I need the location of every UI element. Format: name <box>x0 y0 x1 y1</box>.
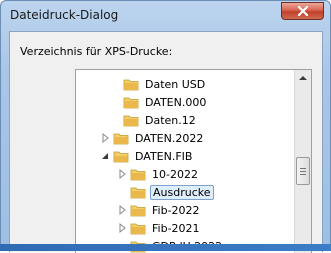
tree-item-label: Fib-2021 <box>150 221 202 236</box>
folder-icon <box>113 131 129 145</box>
dialog-client-area: Verzeichnis für XPS-Drucke: Daten USD DA… <box>9 31 323 252</box>
grip-line <box>300 168 306 169</box>
tree-item[interactable]: DATEN.2022 <box>100 129 205 147</box>
scroll-thumb[interactable] <box>296 157 310 185</box>
tree-item-label: Ausdrucke <box>150 185 214 200</box>
taskbar-strip <box>0 244 331 251</box>
tree-item[interactable]: DATEN.FIB <box>100 147 194 165</box>
folder-icon <box>130 221 146 235</box>
tree-expander <box>113 111 123 129</box>
tree-item-label: Daten USD <box>143 77 207 92</box>
tree-item-label: DATEN.000 <box>143 95 208 110</box>
tree-item-label: Fib-2022 <box>150 203 202 218</box>
tree-item[interactable]: DATEN.000 <box>113 93 208 111</box>
folder-icon <box>130 167 146 181</box>
tree-item[interactable]: Fib-2021 <box>117 219 202 237</box>
tree-item-label: DATEN.2022 <box>133 131 205 146</box>
grip-line <box>300 171 306 172</box>
tree-item-label: 10-2022 <box>150 167 200 182</box>
window-title: Dateidruck-Dialog <box>10 8 118 22</box>
folder-icon <box>123 113 139 127</box>
folder-icon <box>123 77 139 91</box>
tree-item-selected[interactable]: Ausdrucke <box>130 183 214 201</box>
folder-open-icon <box>113 149 129 163</box>
grip-line <box>300 174 306 175</box>
folder-tree[interactable]: Daten USD DATEN.000 Daten.12 <box>75 69 312 253</box>
directory-label: Verzeichnis für XPS-Drucke: <box>20 45 172 58</box>
close-icon <box>297 6 309 16</box>
title-bar[interactable]: Dateidruck-Dialog <box>1 1 330 31</box>
scroll-up-icon <box>295 70 311 87</box>
close-button[interactable] <box>281 2 324 20</box>
folder-icon <box>130 185 146 199</box>
tree-item[interactable]: Fib-2022 <box>117 201 202 219</box>
expand-arrow-icon[interactable] <box>117 219 130 237</box>
expand-arrow-icon[interactable] <box>117 165 130 183</box>
tree-item-label: DATEN.FIB <box>133 149 194 164</box>
tree-item[interactable]: Daten USD <box>113 75 207 93</box>
tree-item[interactable]: Daten.12 <box>113 111 198 129</box>
vertical-scrollbar[interactable] <box>294 70 311 253</box>
scroll-up-button[interactable] <box>295 70 311 87</box>
folder-icon <box>123 95 139 109</box>
expand-arrow-icon[interactable] <box>117 201 130 219</box>
folder-icon <box>130 203 146 217</box>
tree-expander <box>113 75 123 93</box>
collapse-arrow-icon[interactable] <box>100 147 113 165</box>
dialog-window: Dateidruck-Dialog Verzeichnis für XPS-Dr… <box>0 0 331 251</box>
tree-expander <box>113 93 123 111</box>
expand-arrow-icon[interactable] <box>100 129 113 147</box>
tree-item[interactable]: 10-2022 <box>117 165 200 183</box>
tree-item-label: Daten.12 <box>143 113 198 128</box>
